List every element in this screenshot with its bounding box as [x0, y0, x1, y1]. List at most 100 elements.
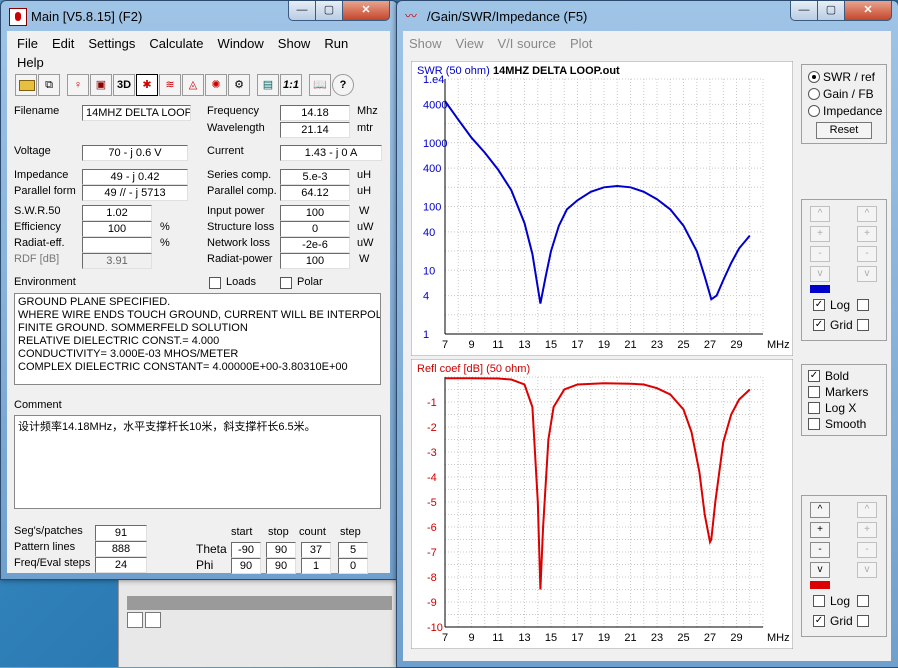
menu-edit[interactable]: Edit [52, 35, 74, 53]
swr-icon[interactable]: ◬ [182, 74, 204, 96]
top-color-swatch[interactable] [810, 285, 830, 293]
log-x-checkbox[interactable] [808, 402, 820, 414]
bottom-left-minus-button[interactable]: - [810, 542, 830, 558]
y-tick-label: 1 [423, 329, 429, 341]
bottom-grid-checkbox[interactable]: ✓ [813, 615, 825, 627]
bottom-grid-right-checkbox[interactable] [857, 615, 869, 627]
menu-vi-source[interactable]: V/I source [497, 35, 556, 53]
top-right-minus-button[interactable]: - [857, 246, 877, 262]
theta-start-field[interactable]: -90 [231, 542, 261, 558]
bold-label: Bold [825, 369, 850, 383]
x-tick-label: 9 [468, 339, 474, 351]
x-tick-label: 21 [624, 339, 636, 351]
minimize-button[interactable]: — [288, 1, 316, 21]
input-power-field[interactable]: 100 [280, 205, 350, 221]
calculator-icon[interactable]: ▤ [257, 74, 279, 96]
top-left-down-button[interactable]: v [810, 266, 830, 282]
swr-close-button[interactable]: ✕ [844, 1, 892, 21]
top-log-checkbox[interactable]: ✓ [813, 299, 825, 311]
environment-textbox[interactable]: GROUND PLANE SPECIFIED. WHERE WIRE ENDS … [14, 293, 381, 385]
bottom-right-down-button[interactable]: v [857, 562, 877, 578]
bottom-right-minus-button[interactable]: - [857, 542, 877, 558]
phi-stop-field[interactable]: 90 [266, 558, 296, 574]
radiat-power-label: Radiat-power [207, 253, 273, 265]
menu-file[interactable]: File [17, 35, 38, 53]
top-grid-checkbox[interactable]: ✓ [813, 319, 825, 331]
chart-background [411, 61, 793, 356]
gain-fb-radio[interactable] [808, 88, 820, 100]
phi-count-field[interactable]: 1 [301, 558, 331, 574]
phi-step-field[interactable]: 0 [338, 558, 368, 574]
freq-eval-field[interactable]: 24 [95, 557, 147, 573]
impedance-label: Impedance [14, 169, 69, 181]
menu-show[interactable]: Show [278, 35, 311, 53]
bold-checkbox[interactable]: ✓ [808, 370, 820, 382]
theta-step-field[interactable]: 5 [338, 542, 368, 558]
y-tick-label: 1000 [423, 138, 447, 150]
bottom-left-down-button[interactable]: v [810, 562, 830, 578]
bottom-right-up-button[interactable]: ^ [857, 502, 877, 518]
copy-icon[interactable]: ⧉ [38, 74, 60, 96]
frequency-field[interactable]: 14.18 [280, 105, 350, 121]
open-folder-icon[interactable] [15, 74, 37, 96]
top-right-down-button[interactable]: v [857, 266, 877, 282]
impedance-radio[interactable] [808, 105, 820, 117]
bottom-log-right-checkbox[interactable] [857, 595, 869, 607]
menu-help[interactable]: Help [17, 54, 44, 72]
swr-ref-radio[interactable] [808, 71, 820, 83]
y-tick-label: 4 [423, 291, 429, 303]
close-button[interactable]: ✕ [342, 1, 390, 21]
setup-icon[interactable]: ⚙ [228, 74, 250, 96]
theta-count-field[interactable]: 37 [301, 542, 331, 558]
top-left-plus-button[interactable]: + [810, 226, 830, 242]
comment-textbox[interactable]: 设计频率14.18MHz，水平支撑杆长10米，斜支撑杆长6.5米。 [14, 415, 381, 509]
x-tick-label: 25 [677, 339, 689, 351]
radiation-icon[interactable]: ✺ [205, 74, 227, 96]
menu-calculate[interactable]: Calculate [149, 35, 203, 53]
count-header: count [299, 526, 326, 538]
pattern-lines-field[interactable]: 888 [95, 541, 147, 557]
ratio-icon[interactable]: 1:1 [280, 74, 302, 96]
swr-titlebar[interactable]: 〰 /Gain/SWR/Impedance (F5) — ▢ ✕ [397, 1, 898, 31]
frequency-unit: Mhz [357, 105, 378, 117]
polar-checkbox[interactable] [280, 277, 292, 289]
segs-field[interactable]: 91 [95, 525, 147, 541]
menu-settings[interactable]: Settings [88, 35, 135, 53]
main-titlebar[interactable]: Main [V5.8.15] (F2) — ▢ ✕ [1, 1, 397, 31]
bottom-color-swatch[interactable] [810, 581, 830, 589]
menu-run[interactable]: Run [324, 35, 348, 53]
geometry-icon[interactable]: ♀ [67, 74, 89, 96]
markers-checkbox[interactable] [808, 386, 820, 398]
maximize-button[interactable]: ▢ [315, 1, 343, 21]
top-log-right-checkbox[interactable] [857, 299, 869, 311]
network-loss-unit: uW [357, 237, 374, 249]
top-grid-right-checkbox[interactable] [857, 319, 869, 331]
menu-plot[interactable]: Plot [570, 35, 592, 53]
reset-button[interactable]: Reset [816, 122, 872, 139]
top-right-up-button[interactable]: ^ [857, 206, 877, 222]
phi-start-field[interactable]: 90 [231, 558, 261, 574]
smooth-checkbox[interactable] [808, 418, 820, 430]
view-3d-icon[interactable]: 3D [113, 74, 135, 96]
filename-field[interactable]: 14MHZ DELTA LOOP [82, 105, 191, 121]
top-left-minus-button[interactable]: - [810, 246, 830, 262]
book-icon[interactable]: 📖 [309, 74, 331, 96]
menu-show[interactable]: Show [409, 35, 442, 53]
bottom-right-plus-button[interactable]: + [857, 522, 877, 538]
top-right-plus-button[interactable]: + [857, 226, 877, 242]
box-icon[interactable]: ▣ [90, 74, 112, 96]
loads-checkbox[interactable] [209, 277, 221, 289]
bottom-left-up-button[interactable]: ^ [810, 502, 830, 518]
menu-window[interactable]: Window [218, 35, 264, 53]
theta-stop-field[interactable]: 90 [266, 542, 296, 558]
x-tick-label: 13 [518, 339, 530, 351]
swr-maximize-button[interactable]: ▢ [817, 1, 845, 21]
wave-icon[interactable]: ≋ [159, 74, 181, 96]
bottom-left-plus-button[interactable]: + [810, 522, 830, 538]
help-icon[interactable]: ? [332, 74, 354, 96]
bottom-log-checkbox[interactable] [813, 595, 825, 607]
swr-minimize-button[interactable]: — [790, 1, 818, 21]
top-left-up-button[interactable]: ^ [810, 206, 830, 222]
menu-view[interactable]: View [456, 35, 484, 53]
pattern-icon[interactable]: ✱ [136, 74, 158, 96]
